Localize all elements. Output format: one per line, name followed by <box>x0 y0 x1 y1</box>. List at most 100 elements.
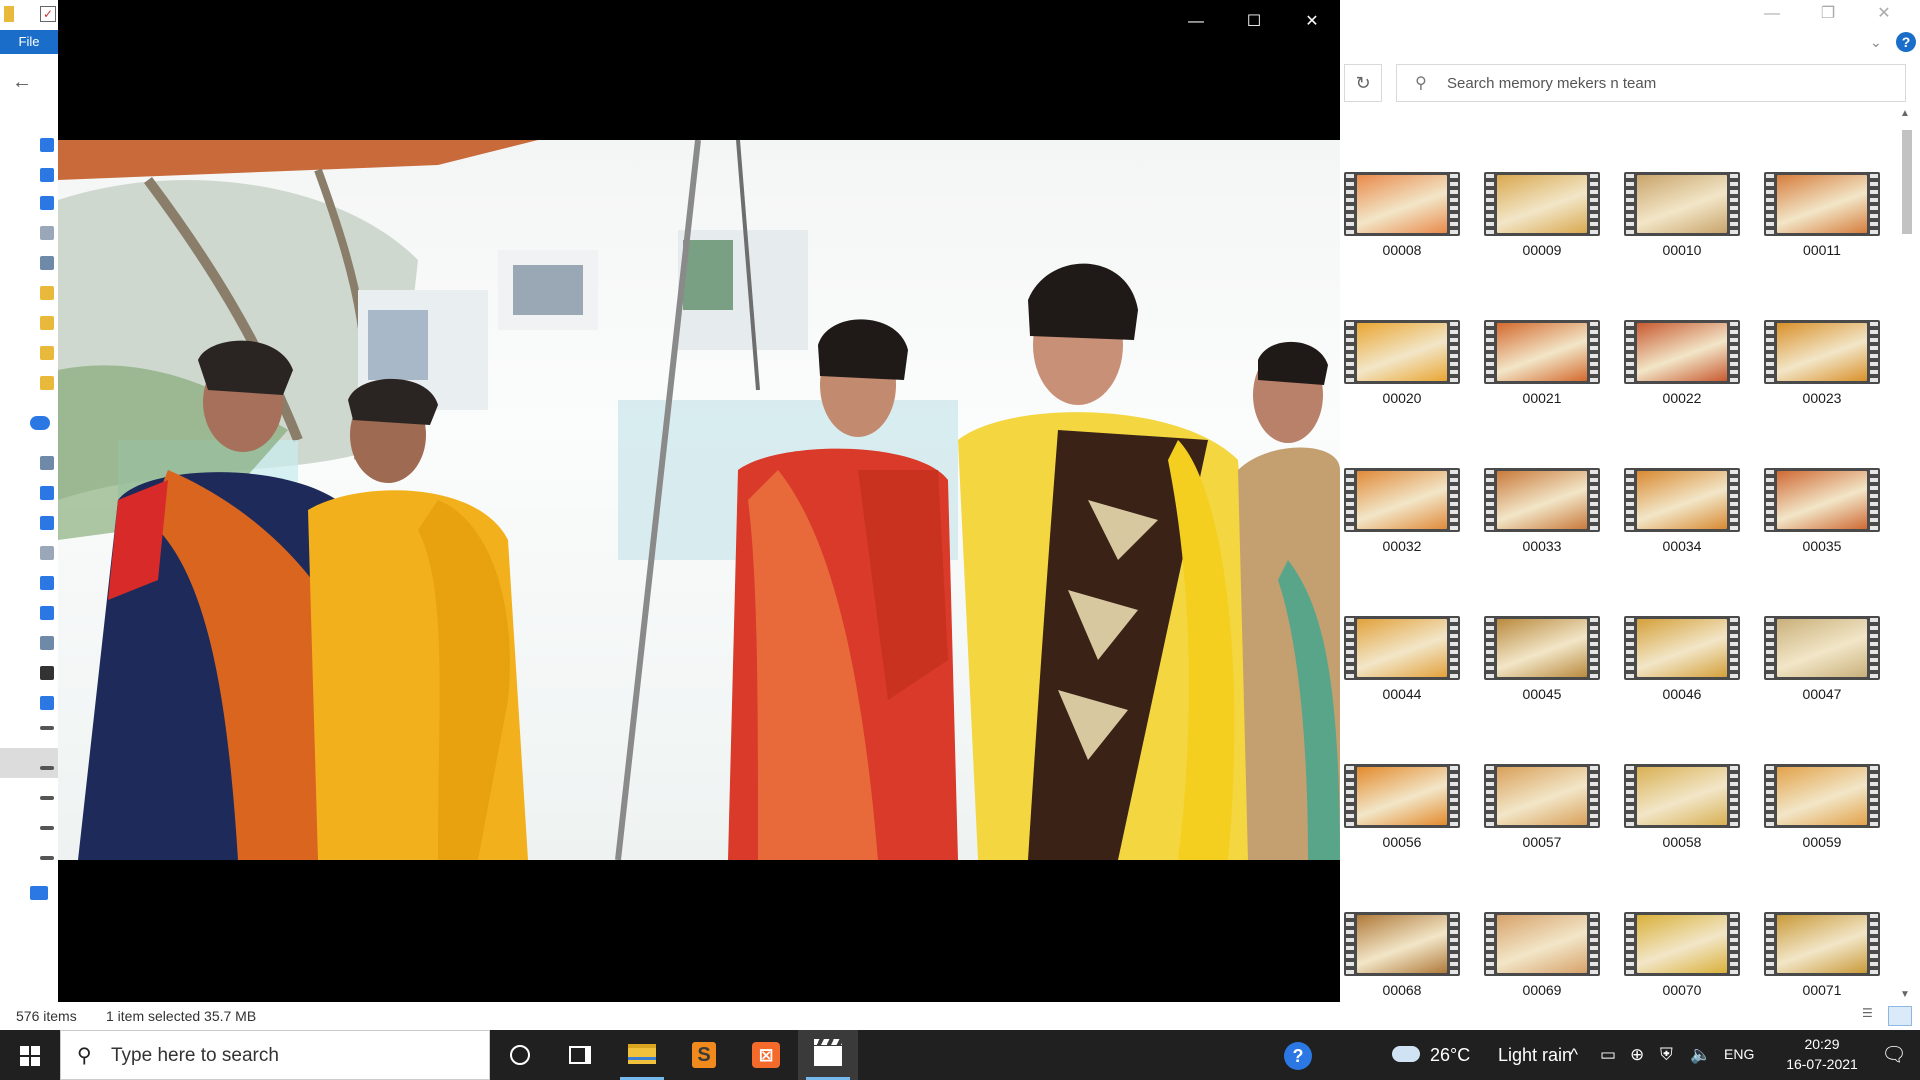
music-icon[interactable] <box>40 606 54 620</box>
drive-icon[interactable] <box>40 726 54 730</box>
taskbar-search-box[interactable]: ⚲ Type here to search <box>60 1030 490 1080</box>
start-button[interactable] <box>0 1030 60 1080</box>
video-thumbnail[interactable]: 00057 <box>1480 762 1620 910</box>
drive-icon[interactable] <box>40 856 54 860</box>
video-frame-image <box>58 140 1340 860</box>
video-thumbnail[interactable]: 00010 <box>1620 170 1760 318</box>
taskbar-movies-tv[interactable] <box>798 1030 858 1080</box>
player-close-button[interactable]: ✕ <box>1284 4 1340 40</box>
documents-icon[interactable] <box>40 546 54 560</box>
drive-icon[interactable] <box>40 766 54 770</box>
thumbnail-preview <box>1357 767 1447 825</box>
video-thumbnail[interactable]: 00035 <box>1760 466 1900 614</box>
refresh-button[interactable]: ↻ <box>1344 64 1382 102</box>
volume-icon[interactable]: 🔈 <box>1690 1044 1711 1066</box>
video-thumbnail[interactable]: 00022 <box>1620 318 1760 466</box>
windows-drive-icon[interactable] <box>40 696 54 710</box>
explorer-search-input[interactable]: ⚲ Search memory mekers n team <box>1396 64 1906 102</box>
details-view-icon[interactable]: ☰ <box>1862 1006 1882 1024</box>
drive-icon[interactable] <box>40 796 54 800</box>
video-thumbnail[interactable]: 00020 <box>1340 318 1480 466</box>
folder-icon[interactable] <box>40 376 54 390</box>
video-thumbnail[interactable]: 00046 <box>1620 614 1760 762</box>
folder-icon[interactable] <box>40 316 54 330</box>
video-thumbnail[interactable]: 00008 <box>1340 170 1480 318</box>
thumbnail-filename: 00068 <box>1382 982 1422 998</box>
get-help-tray-icon[interactable]: ? <box>1284 1042 1312 1070</box>
explorer-restore-button[interactable]: ❐ <box>1800 0 1856 30</box>
video-thumbnail-image <box>1764 764 1880 828</box>
thumbnail-preview <box>1777 767 1867 825</box>
video-thumbnail[interactable]: 00033 <box>1480 466 1620 614</box>
cortana-button[interactable] <box>490 1030 550 1080</box>
videos-icon[interactable] <box>40 666 54 680</box>
large-icons-view-icon[interactable] <box>1888 1006 1912 1026</box>
pictures-folder-icon[interactable] <box>40 256 54 270</box>
video-thumbnail[interactable]: 00059 <box>1760 762 1900 910</box>
thumbnail-filename: 00011 <box>1803 242 1841 258</box>
vertical-scrollbar[interactable]: ▲ ▼ <box>1898 108 1916 1000</box>
desktop-folder-icon[interactable] <box>40 168 54 182</box>
video-thumbnail[interactable]: 00044 <box>1340 614 1480 762</box>
video-thumbnail[interactable]: 00045 <box>1480 614 1620 762</box>
player-minimize-button[interactable]: — <box>1168 4 1224 40</box>
system-clock[interactable]: 20:29 16-07-2021 <box>1776 1034 1868 1074</box>
onedrive-cloud-icon[interactable] <box>30 416 50 430</box>
pictures-icon[interactable] <box>40 636 54 650</box>
thumbnail-filename: 00021 <box>1522 390 1562 406</box>
file-tab[interactable]: File <box>0 30 58 54</box>
video-thumbnail[interactable]: 00056 <box>1340 762 1480 910</box>
clock-date: 16-07-2021 <box>1786 1056 1858 1072</box>
downloads-icon[interactable] <box>40 576 54 590</box>
video-thumbnail[interactable]: 00047 <box>1760 614 1900 762</box>
quick-access-toolbar: ✓ <box>0 0 60 30</box>
3d-objects-icon[interactable] <box>40 486 54 500</box>
explorer-minimize-button[interactable]: — <box>1744 0 1800 30</box>
drive-icon[interactable] <box>40 826 54 830</box>
folder-icon[interactable] <box>40 346 54 360</box>
help-icon[interactable]: ? <box>1896 32 1916 52</box>
video-frame[interactable] <box>58 140 1340 860</box>
thumbnail-preview <box>1497 619 1587 677</box>
properties-icon[interactable]: ✓ <box>40 6 56 22</box>
player-maximize-button[interactable]: ☐ <box>1226 4 1282 40</box>
thumbnail-preview <box>1777 915 1867 973</box>
quick-access-star-icon[interactable] <box>40 138 54 152</box>
taskbar-xampp[interactable]: ⊠ <box>736 1030 796 1080</box>
thumbnail-filename: 00034 <box>1662 538 1702 554</box>
documents-folder-icon[interactable] <box>40 226 54 240</box>
show-hidden-icons-chevron-icon[interactable]: ^ <box>1570 1044 1578 1066</box>
nav-selected-item[interactable] <box>0 748 58 778</box>
ribbon-expand-chevron-icon[interactable]: ⌄ <box>1870 34 1882 51</box>
explorer-close-button[interactable]: ✕ <box>1856 0 1912 30</box>
folder-icon[interactable] <box>4 6 14 22</box>
this-pc-icon[interactable] <box>40 456 54 470</box>
desktop-icon[interactable] <box>40 516 54 530</box>
video-thumbnail[interactable]: 00034 <box>1620 466 1760 614</box>
battery-icon[interactable]: ▭ <box>1600 1044 1616 1066</box>
network-icon[interactable] <box>30 886 48 900</box>
network-globe-icon[interactable]: ⊕ <box>1630 1044 1644 1066</box>
thumbnail-filename: 00071 <box>1802 982 1842 998</box>
scroll-up-arrow-icon[interactable]: ▲ <box>1900 108 1910 119</box>
video-player-window[interactable]: — ☐ ✕ <box>58 0 1340 1002</box>
action-center-icon[interactable]: 🗨 <box>1868 1040 1920 1070</box>
video-thumbnail[interactable]: 00009 <box>1480 170 1620 318</box>
downloads-folder-icon[interactable] <box>40 196 54 210</box>
folder-icon[interactable] <box>40 286 54 300</box>
thumbnail-filename: 00020 <box>1382 390 1422 406</box>
scroll-thumb[interactable] <box>1902 130 1912 234</box>
video-thumbnail[interactable]: 00032 <box>1340 466 1480 614</box>
taskbar-sublime-text[interactable]: S <box>674 1030 734 1080</box>
security-icon[interactable]: ⛨ <box>1660 1044 1673 1066</box>
task-view-button[interactable] <box>550 1030 610 1080</box>
video-thumbnail[interactable]: 00011 <box>1760 170 1900 318</box>
back-arrow-icon[interactable]: ← <box>12 70 36 94</box>
scroll-down-arrow-icon[interactable]: ▼ <box>1900 989 1910 1000</box>
video-thumbnail[interactable]: 00021 <box>1480 318 1620 466</box>
video-thumbnail[interactable]: 00058 <box>1620 762 1760 910</box>
taskbar-file-explorer[interactable] <box>612 1030 672 1080</box>
thumbnail-filename: 00044 <box>1382 686 1422 702</box>
input-language[interactable]: ENG <box>1724 1046 1754 1062</box>
video-thumbnail[interactable]: 00023 <box>1760 318 1900 466</box>
